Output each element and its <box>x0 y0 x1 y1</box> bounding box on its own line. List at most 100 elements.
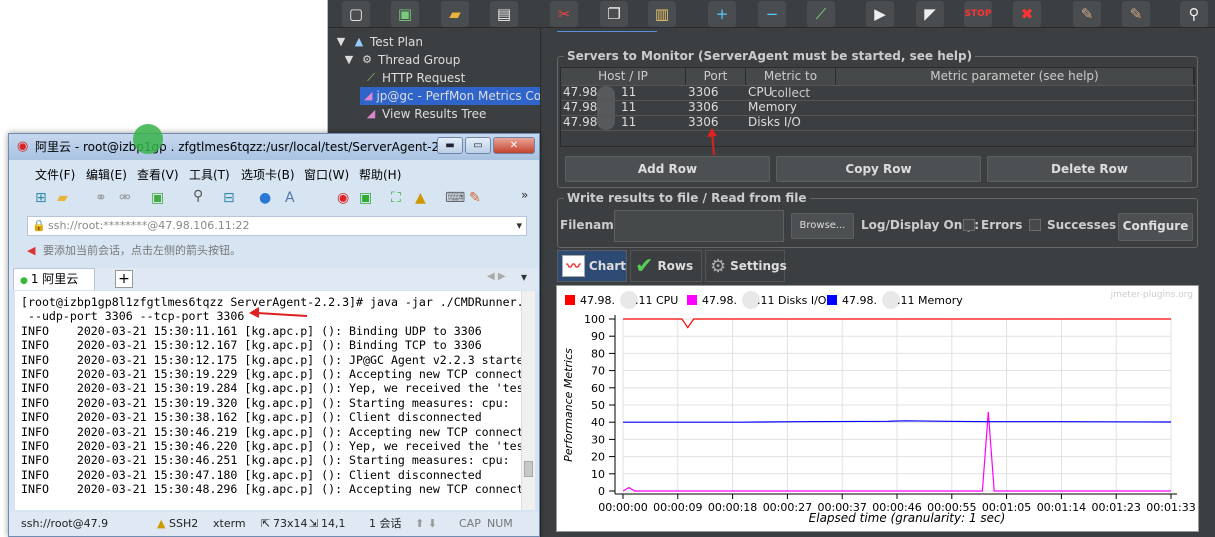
configure-button[interactable]: Configure <box>1118 213 1193 241</box>
expand-arrow-icon[interactable]: ▼ <box>342 53 356 67</box>
filename-input[interactable] <box>614 210 784 242</box>
bookmark-icon[interactable]: ◀ <box>27 244 35 257</box>
expand-icon[interactable]: + <box>708 1 736 27</box>
delete-row-button[interactable]: Delete Row <box>987 156 1192 182</box>
copy-row-button[interactable]: Copy Row <box>776 156 981 182</box>
properties-icon[interactable]: ▣ <box>151 190 164 206</box>
fullscreen-icon[interactable]: ⛶ <box>391 190 401 206</box>
redaction-blur <box>597 86 615 130</box>
close-button[interactable]: ✕ <box>493 137 535 154</box>
find-icon[interactable]: ⚲ <box>193 188 203 204</box>
host-cell[interactable]: 47.98. <box>561 85 601 100</box>
write-results-fieldset: Write results to file / Read from file F… <box>557 191 1198 248</box>
port-cell[interactable]: 3306 <box>686 85 719 100</box>
terminal-line: INFO 2020-03-21 15:30:46.251 [kg.apc.p] … <box>21 453 529 468</box>
errors-label: Errors <box>981 218 1023 232</box>
terminal-scrollbar[interactable] <box>521 291 535 510</box>
terminal-line: INFO 2020-03-21 15:30:12.175 [kg.apc.p] … <box>21 352 529 367</box>
templates-icon[interactable]: ▣ <box>391 1 419 27</box>
tree-node-test-plan[interactable]: ▼ ▲ Test Plan <box>334 33 423 51</box>
col-param[interactable]: Metric parameter (see help) <box>836 68 1194 85</box>
shutdown-icon[interactable]: ✖ <box>1013 1 1041 27</box>
menu-edit[interactable]: 编辑(E) <box>86 166 127 183</box>
terminal-output[interactable]: [root@izbp1gp8l1zfgtlmes6tqzz ServerAgen… <box>15 291 529 510</box>
start-no-pause-icon[interactable]: ◤ <box>916 1 944 27</box>
metric-cell[interactable]: CPU <box>746 85 772 100</box>
start-icon[interactable]: ▶ <box>866 1 894 27</box>
address-bar[interactable]: 🔒 ssh://root:********@47.98.106.11:22 ▾ <box>27 216 527 236</box>
minimize-button[interactable]: ▬ <box>437 137 463 154</box>
row-divider <box>561 130 1196 131</box>
disconnect-icon[interactable]: ⚮ <box>119 190 131 206</box>
clear-icon[interactable]: ✎ <box>1073 1 1101 27</box>
browse-button[interactable]: Browse... <box>791 213 854 239</box>
metric-cell[interactable]: Disks I/O <box>746 115 801 130</box>
host-cell[interactable]: 47.98. <box>561 100 601 115</box>
status-cursor: 14,1 <box>321 517 346 530</box>
lock-icon[interactable]: ▲ <box>415 190 426 206</box>
tree-node-view-results[interactable]: ◢ View Results Tree <box>364 105 487 123</box>
port-cell[interactable]: 3306 <box>686 100 719 115</box>
status-dot-icon: ● <box>20 276 28 286</box>
add-tab-button[interactable]: + <box>115 270 133 288</box>
tab-nav-icon[interactable]: ◀ ▶ <box>487 271 506 282</box>
metric-cell[interactable]: Memory <box>746 100 797 115</box>
checkmark-icon: ✔ <box>635 253 654 279</box>
menu-help[interactable]: 帮助(H) <box>359 166 401 183</box>
font-icon[interactable]: A <box>285 190 295 206</box>
new-icon[interactable]: ▢ <box>342 1 370 27</box>
stop-icon[interactable]: STOP <box>964 1 992 27</box>
tree-node-http-request[interactable]: ⟋ HTTP Request <box>364 69 465 87</box>
toggle-icon[interactable]: ⟋ <box>807 1 835 27</box>
status-session: ssh://root@47.9 <box>21 517 109 530</box>
col-host[interactable]: Host / IP <box>561 68 686 85</box>
menu-view[interactable]: 查看(V) <box>137 166 179 183</box>
open-icon[interactable]: ▰ <box>441 1 469 27</box>
connect-icon[interactable]: ⚭ <box>95 190 107 206</box>
x-tick-label: 00:01:33 <box>1146 501 1195 514</box>
tab-settings[interactable]: ⚙ Settings <box>705 250 787 282</box>
open-folder-icon[interactable]: ▰ <box>57 190 68 206</box>
status-num: NUM <box>487 517 513 530</box>
col-metric[interactable]: Metric to collect <box>746 68 836 100</box>
menu-tools[interactable]: 工具(T) <box>189 166 230 183</box>
legend-swatch <box>565 295 575 305</box>
collapse-icon[interactable]: − <box>758 1 786 27</box>
tab-rows[interactable]: ✔ Rows <box>630 250 702 282</box>
errors-checkbox[interactable] <box>963 219 975 231</box>
add-row-button[interactable]: Add Row <box>565 156 770 182</box>
save-icon[interactable]: ▤ <box>490 1 518 27</box>
xftp-icon[interactable]: ▣ <box>359 190 372 206</box>
successes-checkbox[interactable] <box>1029 219 1041 231</box>
maximize-button[interactable]: ▭ <box>465 137 491 154</box>
y-tick-label: 30 <box>591 433 605 446</box>
tab-chart[interactable]: 〰 Chart <box>557 250 627 282</box>
search-icon[interactable]: ⚲ <box>1180 1 1208 27</box>
terminal-line: INFO 2020-03-21 15:30:19.320 [kg.apc.p] … <box>21 395 529 410</box>
scrollbar-thumb[interactable] <box>524 461 533 477</box>
tree-node-perfmon[interactable]: ◢ jp@gc - PerfMon Metrics Coll <box>360 87 548 105</box>
session-tab[interactable]: ● 1 阿里云 <box>13 268 95 290</box>
menu-tabs[interactable]: 选项卡(B) <box>241 166 295 183</box>
expand-arrow-icon[interactable]: ▼ <box>334 35 348 49</box>
menu-window[interactable]: 窗口(W) <box>304 166 349 183</box>
cut-icon[interactable]: ✂ <box>550 1 578 27</box>
tree-node-thread-group[interactable]: ▼ ⚙ Thread Group <box>342 51 461 69</box>
pencil-icon[interactable]: ✎ <box>469 190 481 206</box>
servers-table: Host / IP Port Metric to collect Metric … <box>560 67 1196 156</box>
more-icon[interactable]: » <box>521 188 528 202</box>
clear-all-icon[interactable]: ✎ <box>1122 1 1150 27</box>
paste-icon[interactable]: ▥ <box>648 1 676 27</box>
host-cell[interactable]: 47.98. <box>561 115 601 130</box>
globe-icon[interactable]: ● <box>259 190 271 206</box>
col-port[interactable]: Port <box>686 68 746 85</box>
chevron-down-icon[interactable]: ▾ <box>516 217 522 235</box>
keyboard-icon[interactable]: ⌨ <box>445 190 465 206</box>
x-tick-label: 00:00:00 <box>598 501 647 514</box>
menu-file[interactable]: 文件(F) <box>35 166 75 183</box>
xshell-icon[interactable]: ◉ <box>337 190 349 206</box>
new-session-icon[interactable]: ⊞ <box>35 190 47 206</box>
tab-menu-icon[interactable]: ▾ <box>521 270 527 284</box>
copy-icon[interactable]: ❐ <box>600 1 628 27</box>
layout-icon[interactable]: ⊟ <box>223 190 235 206</box>
